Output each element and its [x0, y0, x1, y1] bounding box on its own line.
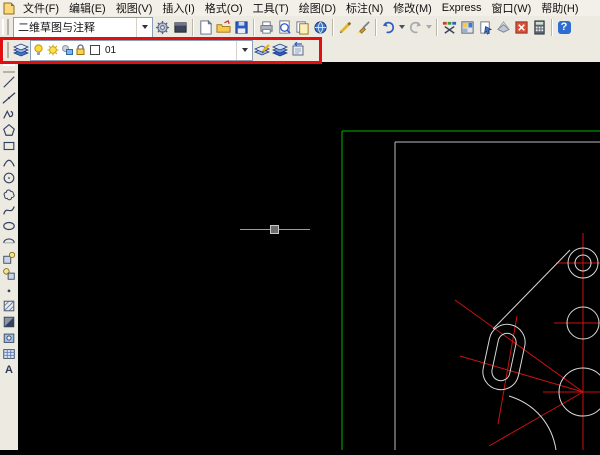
help-icon[interactable]: ? — [555, 18, 573, 36]
toolbar-separator — [332, 19, 333, 36]
toolbar-grip[interactable] — [2, 19, 9, 35]
pencil-icon[interactable] — [336, 18, 354, 36]
rectangle-icon[interactable] — [1, 138, 17, 154]
slot-outer — [480, 321, 529, 393]
undo-icon[interactable] — [379, 18, 397, 36]
menu-view[interactable]: 视图(V) — [111, 0, 158, 17]
slot-inner — [490, 332, 518, 383]
designcenter-icon[interactable] — [458, 18, 476, 36]
undo-dropdown-icon[interactable] — [397, 18, 406, 36]
toolbar-separator — [253, 19, 254, 36]
properties-palette-icon[interactable] — [440, 18, 458, 36]
redo-icon[interactable] — [406, 18, 424, 36]
layer-states-manager-icon[interactable] — [271, 41, 289, 59]
circle-icon[interactable] — [1, 170, 17, 186]
workspace-dropdown[interactable]: 二维草图与注释 — [13, 17, 153, 38]
workspace-dropdown-value: 二维草图与注释 — [14, 19, 136, 35]
tangent-edge — [493, 250, 570, 329]
plot-icon[interactable] — [257, 18, 275, 36]
toolbar-separator — [192, 19, 193, 36]
make-object-layer-current-icon[interactable] — [253, 41, 271, 59]
layer-properties-manager-icon[interactable] — [12, 41, 30, 59]
menu-help[interactable]: 帮助(H) — [536, 0, 583, 17]
menu-express[interactable]: Express — [437, 1, 487, 15]
menu-insert[interactable]: 插入(I) — [157, 0, 199, 17]
hatch-icon[interactable] — [1, 298, 17, 314]
menu-tools[interactable]: 工具(T) — [248, 0, 294, 17]
new-document-icon[interactable] — [196, 18, 214, 36]
ellipse-icon[interactable] — [1, 218, 17, 234]
menu-file[interactable]: 文件(F) — [18, 0, 64, 17]
arc-icon[interactable] — [1, 154, 17, 170]
sheetset-manager-icon[interactable] — [494, 18, 512, 36]
layers-toolbar-row: 01 — [0, 38, 600, 63]
spline-icon[interactable] — [1, 202, 17, 218]
menu-dimension[interactable]: 标注(N) — [341, 0, 388, 17]
body-arc — [509, 396, 556, 450]
slot — [480, 321, 529, 393]
layer-color-swatch[interactable] — [88, 44, 101, 57]
revision-cloud-icon[interactable] — [1, 186, 17, 202]
region-icon[interactable] — [1, 330, 17, 346]
ellipse-arc-icon[interactable] — [1, 234, 17, 250]
gradient-icon[interactable] — [1, 314, 17, 330]
layer-lock-icon[interactable] — [74, 44, 87, 57]
menu-modify[interactable]: 修改(M) — [388, 0, 437, 17]
line-icon[interactable] — [1, 74, 17, 90]
draw-toolbar: A — [0, 62, 19, 450]
workspace-settings-gear-icon[interactable] — [153, 18, 171, 36]
pickbox — [271, 226, 279, 234]
tool-palettes-icon[interactable] — [476, 18, 494, 36]
match-properties-brush-icon[interactable] — [354, 18, 372, 36]
standard-toolbar-row: 二维草图与注释 — [0, 16, 600, 39]
toolbar-separator — [375, 19, 376, 36]
menu-bar: 文件(F) 编辑(E) 视图(V) 插入(I) 格式(O) 工具(T) 绘图(D… — [0, 0, 600, 17]
markup-manager-icon[interactable] — [512, 18, 530, 36]
point-icon[interactable] — [1, 282, 17, 298]
crosshair-cursor — [240, 226, 310, 234]
polygon-icon[interactable] — [1, 122, 17, 138]
make-block-icon[interactable] — [1, 266, 17, 282]
toolbar-grip[interactable] — [3, 64, 15, 73]
my-workspace-icon[interactable] — [171, 18, 189, 36]
quickcalc-icon[interactable] — [530, 18, 548, 36]
menu-edit[interactable]: 编辑(E) — [64, 0, 111, 17]
drawing-frame — [395, 142, 600, 450]
menu-format[interactable]: 格式(O) — [200, 0, 248, 17]
layer-dropdown[interactable]: 01 — [30, 40, 253, 61]
toolbar-separator — [551, 19, 552, 36]
toolbar-grip[interactable] — [2, 42, 9, 58]
redo-dropdown-icon[interactable] — [424, 18, 433, 36]
layer-previous-icon[interactable] — [289, 41, 307, 59]
multiline-text-icon[interactable]: A — [1, 362, 17, 378]
layer-thaw-sun-icon[interactable] — [46, 44, 59, 57]
chevron-down-icon[interactable] — [136, 18, 152, 37]
centerlines — [455, 233, 600, 450]
polyline-icon[interactable] — [1, 106, 17, 122]
dwf-globe-icon[interactable] — [311, 18, 329, 36]
table-icon[interactable] — [1, 346, 17, 362]
current-layer-name: 01 — [101, 45, 236, 56]
open-folder-icon[interactable] — [214, 18, 232, 36]
save-icon[interactable] — [232, 18, 250, 36]
drawing-canvas[interactable] — [18, 62, 600, 450]
layer-viewport-freeze-icon[interactable] — [60, 44, 73, 57]
toolbar-separator — [436, 19, 437, 36]
publish-icon[interactable] — [293, 18, 311, 36]
plot-preview-icon[interactable] — [275, 18, 293, 36]
mtext-letter-glyph: A — [5, 365, 13, 376]
insert-block-icon[interactable] — [1, 250, 17, 266]
chevron-down-icon[interactable] — [236, 41, 252, 60]
part-outline — [480, 248, 600, 450]
menu-draw[interactable]: 绘图(D) — [294, 0, 341, 17]
construction-line-icon[interactable] — [1, 90, 17, 106]
menu-window[interactable]: 窗口(W) — [487, 0, 537, 17]
help-question-glyph: ? — [558, 21, 571, 34]
app-icon — [2, 2, 16, 15]
model-space — [18, 62, 600, 450]
layer-on-bulb-icon[interactable] — [32, 44, 45, 57]
